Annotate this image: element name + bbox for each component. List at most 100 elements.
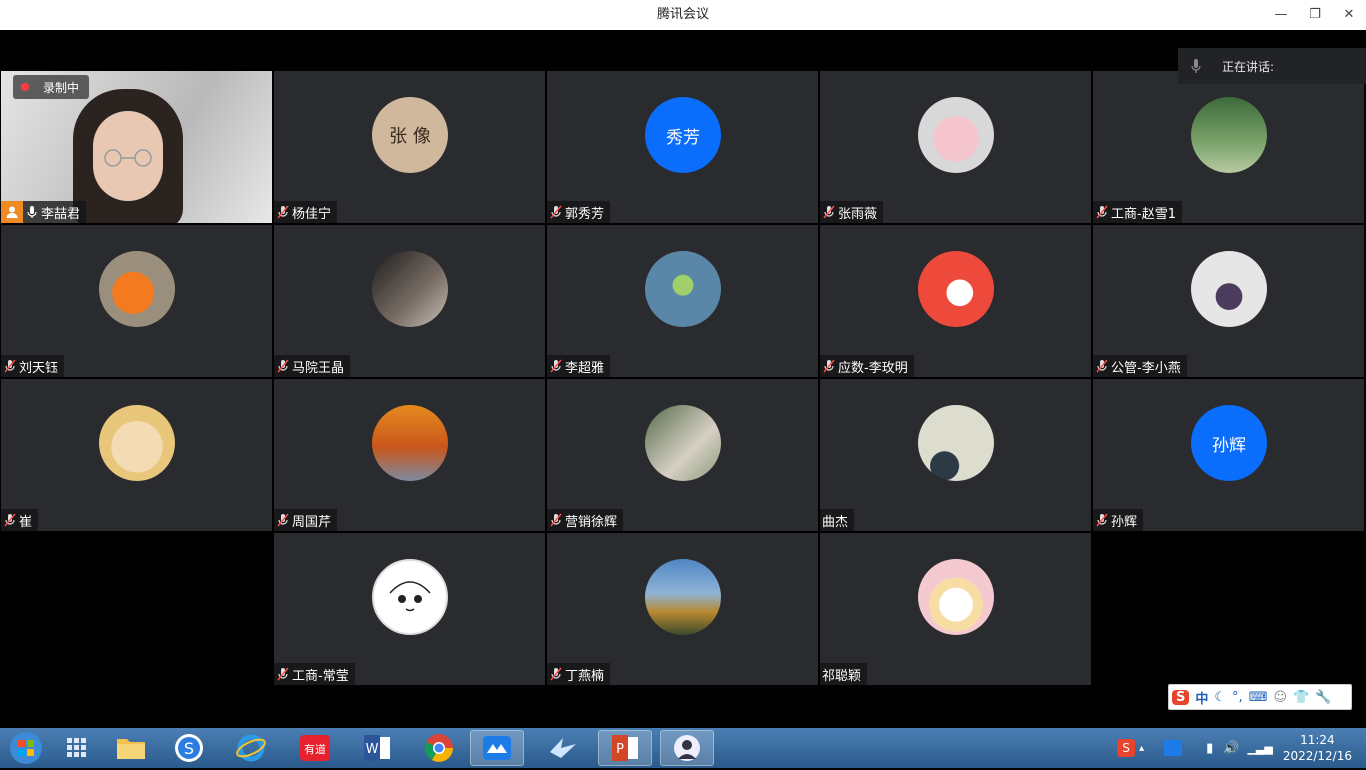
participant-tile[interactable]: 曲杰 (820, 379, 1091, 531)
avatar (645, 251, 721, 327)
skin-icon[interactable]: 👕 (1293, 690, 1309, 705)
microphone-muted-icon (274, 663, 292, 685)
svg-text:S: S (184, 739, 194, 758)
participant-tile[interactable]: 丁燕楠 (547, 533, 818, 685)
speaking-indicator: 正在讲话: (1178, 48, 1366, 84)
ime-toolbar[interactable]: S 中 ☾ °, ⌨ ☺ 👕 🔧 (1168, 684, 1352, 710)
microphone-muted-icon (547, 509, 565, 531)
taskbar-youdao-icon[interactable]: 有道 (288, 730, 342, 766)
start-button[interactable] (6, 730, 46, 766)
keyboard-icon[interactable]: ⌨ (1249, 690, 1268, 705)
avatar-text: 孙辉 (1212, 435, 1246, 456)
avatar (1191, 251, 1267, 327)
svg-text:W: W (366, 742, 379, 757)
participant-name: 张雨薇 (838, 206, 878, 222)
participant-name: 营销徐辉 (565, 514, 618, 530)
restore-button[interactable]: ❐ (1298, 0, 1332, 30)
tray-power-icon[interactable]: ▮ (1206, 741, 1213, 756)
participant-tile[interactable]: 工商-赵雪1 (1093, 71, 1364, 223)
taskbar-word-icon[interactable]: W (350, 730, 404, 766)
participant-label: 李喆君 (1, 201, 87, 223)
taskbar-tencent-meeting-icon[interactable] (470, 730, 524, 766)
participant-label: 张雨薇 (820, 201, 884, 223)
tray-expand-icon[interactable]: ▴ (1139, 743, 1144, 754)
microphone-muted-icon (547, 355, 565, 377)
participant-name: 李喆君 (41, 206, 81, 222)
participant-tile[interactable]: 孙辉 孙辉 (1093, 379, 1364, 531)
svg-text:有道: 有道 (304, 742, 326, 756)
participant-label: 周国芹 (274, 509, 338, 531)
participant-label: 郭秀芳 (547, 201, 611, 223)
participant-label: 工商-赵雪1 (1093, 201, 1182, 223)
participant-tile-self[interactable]: 录制中 李喆君 (1, 71, 272, 223)
participant-name: 崔 (19, 514, 33, 530)
avatar-text: 秀芳 (666, 127, 700, 148)
participant-tile[interactable]: 营销徐辉 (547, 379, 818, 531)
avatar-calligraphy: 张 像 (389, 126, 431, 147)
participant-tile[interactable]: 周国芹 (274, 379, 545, 531)
taskbar-sogou-browser-icon[interactable]: S (162, 730, 216, 766)
microphone-muted-icon (1093, 355, 1111, 377)
tray-sogou-icon[interactable]: S (1117, 739, 1136, 757)
taskbar-apps-grid-icon[interactable] (50, 730, 104, 766)
sogou-logo-icon[interactable]: S (1172, 689, 1190, 705)
participant-tile[interactable]: 刘天钰 (1, 225, 272, 377)
avatar (918, 97, 994, 173)
participant-label: 公管-李小燕 (1093, 355, 1187, 377)
close-button[interactable]: ✕ (1332, 0, 1366, 30)
tray-volume-icon[interactable]: 🔊 (1223, 741, 1239, 756)
half-width-icon[interactable]: ☾ (1214, 690, 1226, 705)
participant-tile[interactable]: 张雨薇 (820, 71, 1091, 223)
participant-name: 公管-李小燕 (1111, 360, 1181, 376)
taskbar-chrome-icon[interactable] (412, 730, 466, 766)
ime-chinese-mode-button[interactable]: 中 (1195, 688, 1208, 707)
microphone-muted-icon (1, 509, 19, 531)
tray-network-icon[interactable]: ▁▃▅ (1247, 742, 1272, 755)
microphone-muted-icon (1093, 509, 1111, 531)
participant-label: 祁聪颖 (820, 663, 868, 685)
participant-name: 杨佳宁 (292, 206, 332, 222)
participant-label: 杨佳宁 (274, 201, 338, 223)
participant-name: 郭秀芳 (565, 206, 605, 222)
punctuation-icon[interactable]: °, (1232, 690, 1243, 705)
meeting-stage: 录制中 李喆君 张 像 杨佳宁 秀芳 郭秀芳 张雨薇 工商-赵雪1 刘天钰 马院… (0, 30, 1366, 728)
participant-name: 李超雅 (565, 360, 605, 376)
participant-tile[interactable]: 应数-李玫明 (820, 225, 1091, 377)
participant-tile[interactable]: 秀芳 郭秀芳 (547, 71, 818, 223)
taskbar-folder-icon[interactable] (104, 730, 158, 766)
participant-tile[interactable]: 张 像 杨佳宁 (274, 71, 545, 223)
participant-tile[interactable]: 公管-李小燕 (1093, 225, 1364, 377)
taskbar-bird-app-icon[interactable] (536, 730, 590, 766)
participant-label: 李超雅 (547, 355, 611, 377)
minimize-button[interactable]: — (1264, 0, 1298, 30)
participant-tile[interactable]: 李超雅 (547, 225, 818, 377)
avatar (918, 559, 994, 635)
avatar (918, 405, 994, 481)
participant-tile[interactable]: 工商-常莹 (274, 533, 545, 685)
tray-clock[interactable]: 11:24 2022/12/16 (1283, 732, 1352, 764)
microphone-muted-icon (547, 663, 565, 685)
microphone-muted-icon (274, 355, 292, 377)
taskbar-chat-avatar-icon[interactable] (660, 730, 714, 766)
window-controls: — ❐ ✕ (1264, 0, 1366, 30)
speaking-label: 正在讲话: (1222, 59, 1275, 74)
participant-tile[interactable]: 马院王晶 (274, 225, 545, 377)
avatar: 孙辉 (1191, 405, 1267, 481)
participant-tile[interactable]: 崔 (1, 379, 272, 531)
taskbar-powerpoint-icon[interactable]: P (598, 730, 652, 766)
tray-tencent-meeting-icon[interactable] (1164, 740, 1183, 756)
avatar: 秀芳 (645, 97, 721, 173)
taskbar-ie-icon[interactable] (224, 730, 278, 766)
user-icon[interactable]: ☺ (1273, 690, 1287, 705)
avatar (372, 405, 448, 481)
avatar (645, 405, 721, 481)
clock-date: 2022/12/16 (1282, 749, 1352, 763)
microphone-on-icon (23, 201, 41, 223)
participant-name: 曲杰 (822, 514, 849, 530)
participant-name: 工商-常莹 (292, 668, 349, 684)
host-icon (1, 201, 23, 223)
participant-tile[interactable]: 祁聪颖 (820, 533, 1091, 685)
participant-label: 应数-李玫明 (820, 355, 914, 377)
participant-label: 刘天钰 (1, 355, 65, 377)
settings-wrench-icon[interactable]: 🔧 (1315, 690, 1331, 705)
